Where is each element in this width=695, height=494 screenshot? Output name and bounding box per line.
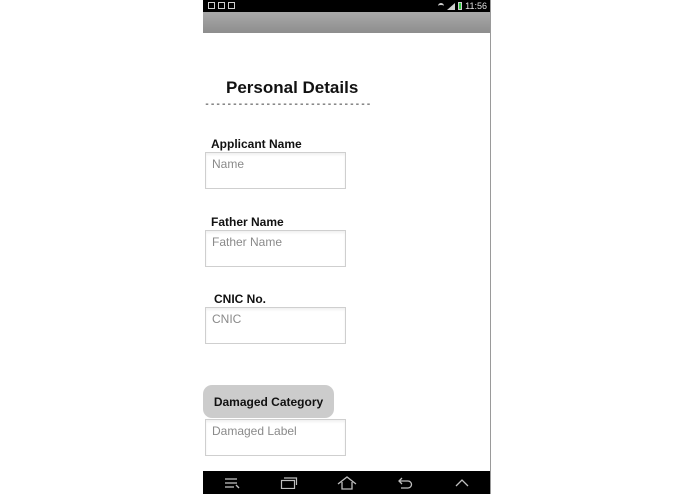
- father-name-label: Father Name: [211, 215, 284, 229]
- navigation-bar: [203, 471, 490, 494]
- recent-apps-icon[interactable]: [271, 471, 307, 494]
- action-bar: [203, 12, 490, 33]
- up-arrow-icon[interactable]: [444, 471, 480, 494]
- phone-screen: 11:56 Personal Details -----------------…: [203, 0, 491, 494]
- file-icon: [208, 2, 215, 9]
- applicant-name-input[interactable]: [205, 152, 346, 189]
- battery-icon: [458, 2, 463, 10]
- home-icon[interactable]: [329, 471, 365, 494]
- title-divider: ------------------------------: [204, 99, 372, 110]
- image-icon: [218, 2, 225, 9]
- status-bar: 11:56: [203, 0, 490, 12]
- applicant-name-label: Applicant Name: [211, 137, 302, 151]
- notification-icons: [208, 2, 235, 9]
- father-name-input[interactable]: [205, 230, 346, 267]
- status-time: 11:56: [465, 1, 487, 11]
- page-title: Personal Details: [226, 78, 359, 97]
- wifi-icon: [438, 2, 445, 10]
- cnic-input[interactable]: [205, 307, 346, 344]
- mail-icon: [228, 2, 235, 9]
- system-status: 11:56: [438, 0, 487, 12]
- signal-icon: [447, 2, 456, 10]
- back-icon[interactable]: [387, 471, 423, 494]
- damaged-label-input[interactable]: [205, 419, 346, 456]
- damaged-category-button[interactable]: Damaged Category: [203, 385, 334, 418]
- cnic-label: CNIC No.: [214, 292, 266, 306]
- menu-icon[interactable]: [214, 471, 250, 494]
